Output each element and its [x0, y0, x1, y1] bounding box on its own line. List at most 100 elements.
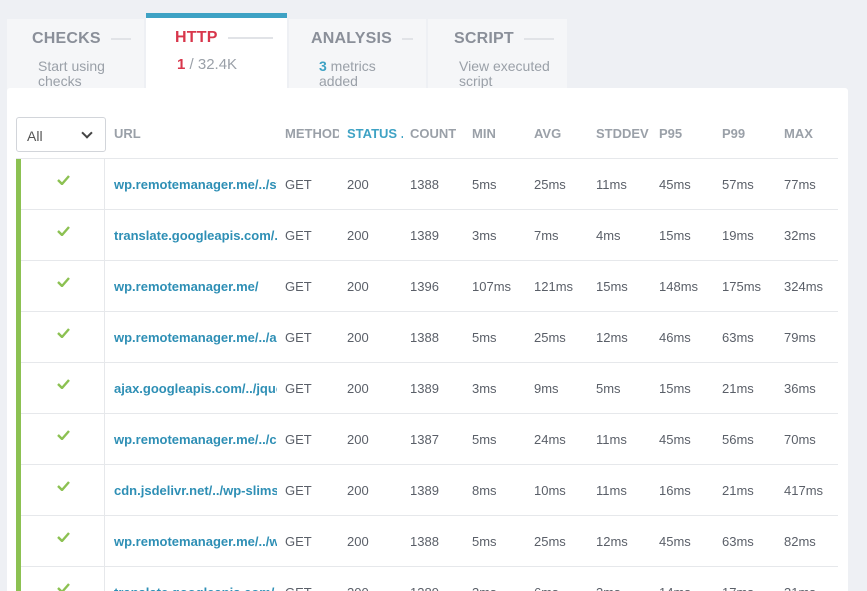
tab-analysis-subtitle-line-1: metrics [326, 58, 376, 74]
cell-url[interactable]: cdn.jsdelivr.net/../wp-slimst [114, 483, 277, 498]
column-header-count[interactable]: COUNT [410, 126, 456, 141]
cell-max: 32ms [784, 228, 816, 243]
check-icon [57, 430, 70, 440]
cell-p95: 45ms [659, 432, 691, 447]
cell-p95: 148ms [659, 279, 699, 294]
row-divider [104, 567, 105, 591]
check-icon [57, 277, 70, 287]
cell-count: 1388 [410, 330, 439, 345]
check-icon [57, 583, 70, 591]
row-divider [104, 363, 105, 414]
cell-avg: 25ms [534, 330, 566, 345]
column-header-min[interactable]: MIN [472, 126, 496, 141]
cell-status: 200 [347, 483, 369, 498]
http-total: / 32.4K [189, 56, 238, 73]
cell-url[interactable]: wp.remotemanager.me/../sv [114, 177, 277, 192]
cell-min: 107ms [472, 279, 512, 294]
cell-count: 1389 [410, 585, 439, 591]
cell-p95: 15ms [659, 228, 691, 243]
cell-p95: 14ms [659, 585, 691, 591]
cell-max: 79ms [784, 330, 816, 345]
cell-url[interactable]: wp.remotemanager.me/../ar [114, 330, 277, 345]
check-icon [57, 175, 70, 185]
status-ok-bar [16, 159, 21, 210]
cell-count: 1388 [410, 177, 439, 192]
table-row[interactable]: ajax.googleapis.com/../jque GET 200 1389 3ms… [16, 363, 838, 414]
cell-max: 324ms [784, 279, 824, 294]
cell-p99: 21ms [722, 483, 754, 498]
table-row[interactable]: wp.remotemanager.me/GET 200 1396 107ms 121ms… [16, 261, 838, 312]
cell-url[interactable]: wp.remotemanager.me/../cr [114, 432, 277, 447]
status-ok-bar [16, 210, 21, 261]
cell-url[interactable]: wp.remotemanager.me/../w [114, 534, 277, 549]
cell-min: 3ms [472, 228, 497, 243]
tab-analysis[interactable]: ANALYSIS 3 metrics added [289, 19, 426, 93]
tab-http[interactable]: HTTP 1 / 32.4K [146, 13, 287, 93]
table-row[interactable]: wp.remotemanager.me/../w GET 200 1388 5ms 25m… [16, 516, 838, 567]
table-row[interactable]: translate.googleapis.com/../ GET 200 1389 3m… [16, 567, 838, 591]
cell-avg: 25ms [534, 177, 566, 192]
table-row[interactable]: wp.remotemanager.me/../ar GET 200 1388 5ms 25… [16, 312, 838, 363]
check-icon [57, 328, 70, 338]
cell-method: GET [285, 330, 312, 345]
column-header-method[interactable]: METHOD [285, 126, 339, 141]
cell-p99: 175ms [722, 279, 762, 294]
cell-p99: 63ms [722, 534, 754, 549]
cell-p99: 57ms [722, 177, 754, 192]
column-header-status-label: STATUS [347, 126, 398, 141]
column-header-stddev[interactable]: STDDEV [596, 126, 649, 141]
tab-analysis-line [402, 38, 413, 40]
cell-url[interactable]: ajax.googleapis.com/../jque [114, 381, 277, 396]
tab-checks-subtitle: Start using checks [38, 59, 144, 89]
cell-method: GET [285, 279, 312, 294]
cell-avg: 121ms [534, 279, 574, 294]
cell-url[interactable]: translate.googleapis.com/../ [114, 585, 277, 591]
check-icon [57, 481, 70, 491]
cell-method: GET [285, 381, 312, 396]
column-header-p99[interactable]: P99 [722, 126, 745, 141]
cell-min: 5ms [472, 432, 497, 447]
cell-method: GET [285, 483, 312, 498]
tab-script-subtitle-line-2: script [459, 73, 493, 89]
cell-count: 1396 [410, 279, 439, 294]
metric-count: 3 [319, 58, 327, 74]
table-row[interactable]: cdn.jsdelivr.net/../wp-slimst GET 200 1389 8… [16, 465, 838, 516]
cell-method: GET [285, 228, 312, 243]
cell-max: 77ms [784, 177, 816, 192]
cell-status: 200 [347, 228, 369, 243]
column-header-max[interactable]: MAX [784, 126, 813, 141]
tab-analysis-subtitle-line-2: added [319, 73, 358, 89]
cell-max: 36ms [784, 381, 816, 396]
column-header-status[interactable]: STATUS . [347, 126, 403, 141]
cell-p99: 63ms [722, 330, 754, 345]
tab-script[interactable]: SCRIPT View executed script [428, 19, 567, 93]
cell-stddev: 11ms [596, 432, 627, 447]
cell-stddev: 3ms [596, 585, 621, 591]
cell-min: 8ms [472, 483, 497, 498]
column-header-url[interactable]: URL [114, 126, 274, 141]
tab-checks[interactable]: CHECKS Start using checks [7, 19, 144, 93]
cell-status: 200 [347, 432, 369, 447]
cell-min: 3ms [472, 585, 497, 591]
status-ok-bar [16, 414, 21, 465]
cell-url[interactable]: translate.googleapis.com/../ [114, 228, 277, 243]
table-row[interactable]: wp.remotemanager.me/../sv GET 200 1388 5ms 25… [16, 159, 838, 210]
cell-p99: 17ms [722, 585, 754, 591]
chevron-down-icon [81, 127, 93, 139]
tab-script-title: SCRIPT [454, 30, 514, 47]
status-filter-select[interactable]: All [16, 117, 106, 152]
cell-stddev: 4ms [596, 228, 621, 243]
status-ok-bar [16, 567, 21, 591]
cell-url[interactable]: wp.remotemanager.me/ [114, 279, 277, 294]
sort-indicator-icon: . [401, 126, 403, 141]
cell-stddev: 11ms [596, 177, 627, 192]
cell-min: 5ms [472, 177, 497, 192]
cell-max: 417ms [784, 483, 824, 498]
status-ok-bar [16, 465, 21, 516]
tab-checks-line [110, 38, 131, 40]
tab-checks-title: CHECKS [32, 30, 101, 47]
column-header-p95[interactable]: P95 [659, 126, 682, 141]
table-row[interactable]: wp.remotemanager.me/../cr GET 200 1387 5ms 24… [16, 414, 838, 465]
table-row[interactable]: translate.googleapis.com/../ GET 200 1389 3m… [16, 210, 838, 261]
column-header-avg[interactable]: AVG [534, 126, 561, 141]
